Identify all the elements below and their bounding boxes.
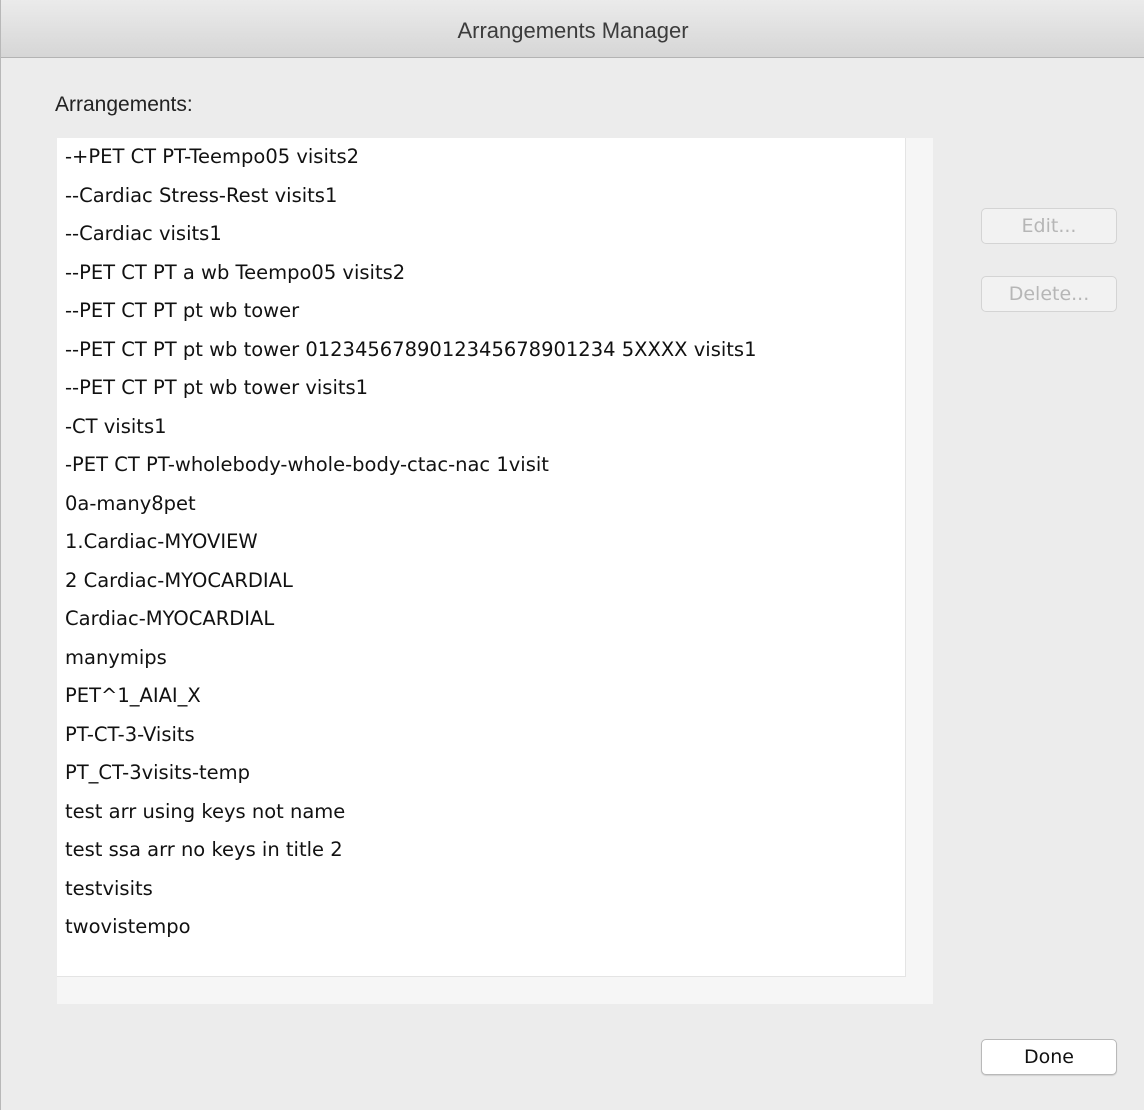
list-item[interactable]: --Cardiac Stress-Rest visits1: [65, 178, 337, 214]
list-item[interactable]: --PET CT PT pt wb tower: [65, 293, 299, 329]
list-item[interactable]: -CT visits1: [65, 409, 167, 445]
list-item[interactable]: --Cardiac visits1: [65, 216, 222, 252]
list-item[interactable]: 0a-many8pet: [65, 486, 196, 522]
edit-button[interactable]: Edit...: [981, 208, 1117, 244]
list-item[interactable]: PT-CT-3-Visits: [65, 717, 195, 753]
list-item[interactable]: test arr using keys not name: [65, 794, 345, 830]
list-item[interactable]: PT_CT-3visits-temp: [65, 755, 250, 791]
list-item[interactable]: manymips: [65, 640, 167, 676]
list-item[interactable]: PET^1_AIAI_X: [65, 678, 201, 714]
list-item[interactable]: twovistempo: [65, 909, 191, 945]
list-item[interactable]: -+PET CT PT-Teempo05 visits2: [65, 139, 359, 175]
done-button[interactable]: Done: [981, 1039, 1117, 1075]
list-item[interactable]: --PET CT PT a wb Teempo05 visits2: [65, 255, 405, 291]
list-item[interactable]: 1.Cardiac-MYOVIEW: [65, 524, 258, 560]
list-item[interactable]: 2 Cardiac-MYOCARDIAL: [65, 563, 293, 599]
list-item[interactable]: testvisits: [65, 871, 153, 907]
arrangements-manager-window: Arrangements Manager Arrangements: -+PET…: [0, 0, 1144, 1110]
list-item[interactable]: Cardiac-MYOCARDIAL: [65, 601, 274, 637]
list-item[interactable]: -PET CT PT-wholebody-whole-body-ctac-nac…: [65, 447, 549, 483]
arrangements-label: Arrangements:: [55, 93, 193, 116]
arrangements-list-scrollpane[interactable]: -+PET CT PT-Teempo05 visits2 --Cardiac S…: [57, 138, 933, 1004]
list-item[interactable]: --PET CT PT pt wb tower 0123456789012345…: [65, 332, 757, 368]
arrangements-list[interactable]: -+PET CT PT-Teempo05 visits2 --Cardiac S…: [57, 138, 906, 977]
title-bar[interactable]: Arrangements Manager: [1, 0, 1144, 58]
list-item[interactable]: --PET CT PT pt wb tower visits1: [65, 370, 368, 406]
delete-button[interactable]: Delete...: [981, 276, 1117, 312]
window-title: Arrangements Manager: [457, 18, 689, 43]
list-item[interactable]: test ssa arr no keys in title 2: [65, 832, 343, 868]
